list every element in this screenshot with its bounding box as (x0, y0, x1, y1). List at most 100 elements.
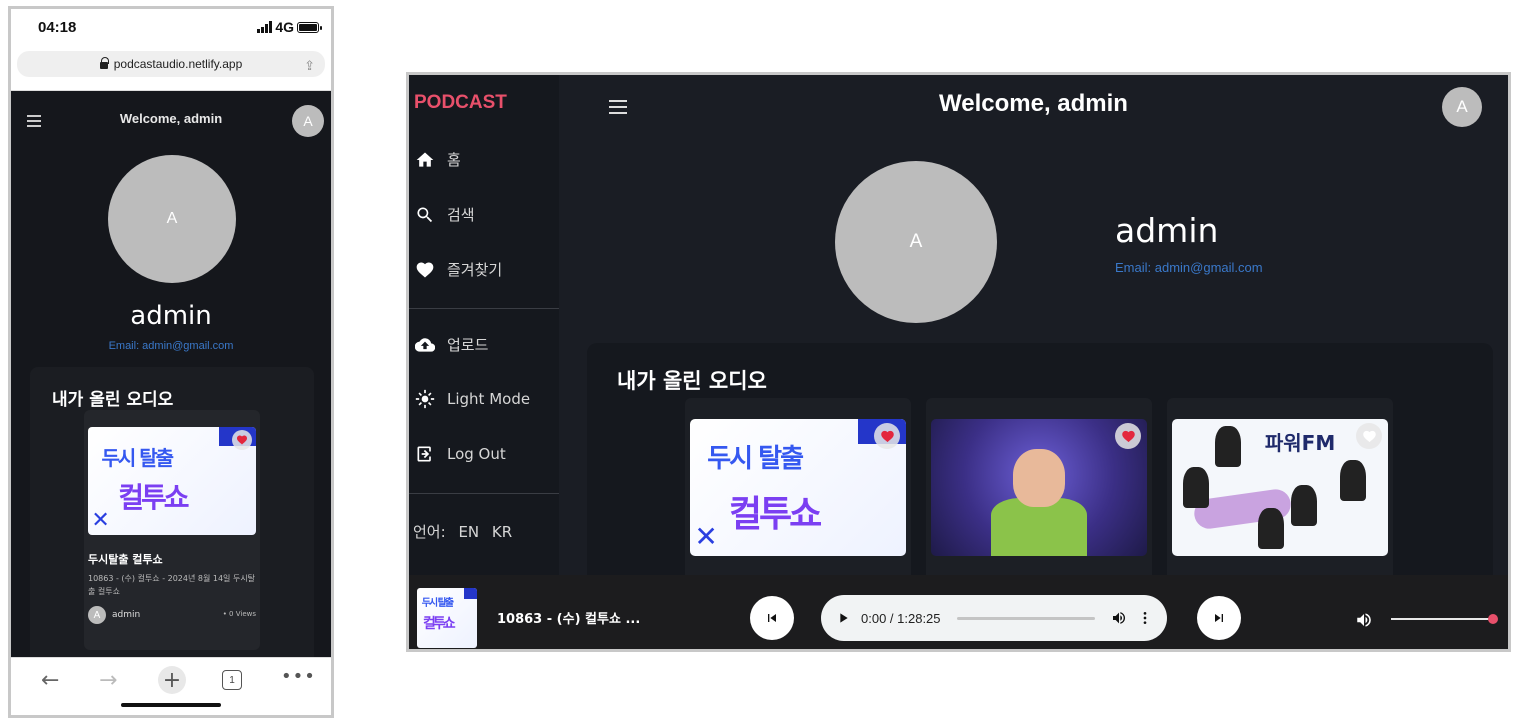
x-mark-icon: ✕ (91, 507, 110, 533)
audio-description: 10863 - (수) 컬투쇼 - 2024년 8월 14일 두시탈출 컬투쇼 (88, 574, 256, 596)
thumbnail-art-text: 두시 탈출 (707, 444, 804, 475)
profile-email: Email: admin@gmail.com (1115, 260, 1263, 275)
status-time: 04:18 (38, 19, 77, 36)
favorite-button[interactable] (1356, 423, 1382, 449)
heart-icon (1121, 430, 1135, 442)
profile-avatar: A (835, 161, 997, 323)
language-option-en[interactable]: EN (458, 523, 479, 541)
sidebar-divider (409, 493, 559, 494)
volume-icon[interactable] (1111, 610, 1127, 626)
signal-indicator: 4G (257, 19, 322, 35)
favorite-button[interactable] (874, 423, 900, 449)
battery-icon (297, 21, 322, 33)
sidebar-item-search[interactable]: 검색 (415, 204, 475, 225)
sidebar-item-label: Log Out (447, 445, 506, 463)
audio-thumbnail[interactable]: 두시 탈출 컬투쇼 ✕ (88, 427, 256, 535)
audio-author: A admin (88, 606, 140, 624)
audio-thumbnail[interactable] (931, 419, 1147, 556)
app-header: Welcome, admin A (11, 91, 331, 147)
sidebar-item-upload[interactable]: 업로드 (415, 334, 488, 355)
heart-icon (1362, 430, 1376, 442)
favorite-button[interactable] (232, 430, 252, 450)
section-title: 내가 올린 오디오 (617, 369, 767, 393)
thumbnail-art-text: 두시 탈출 (101, 446, 174, 471)
sidebar-item-favorites[interactable]: 즐겨찾기 (415, 259, 502, 280)
audio-player-bar: 두시 탈출 컬투쇼 10863 - (수) 컬투쇼 ... 0:00 / 1:2… (409, 575, 1508, 649)
share-icon[interactable]: ⇪ (304, 58, 315, 74)
profile-name: admin (130, 301, 212, 331)
desktop-screenshot: PODCAST 홈 검색 즐겨찾기 업로드 Light Mode Log Out (406, 72, 1511, 652)
profile-name: admin (1115, 211, 1219, 250)
audio-element[interactable]: 0:00 / 1:28:25 (821, 595, 1167, 641)
thumbnail-art-text: 컬투쇼 (118, 480, 189, 514)
back-icon[interactable]: ← (41, 668, 59, 693)
app-logo[interactable]: PODCAST (414, 92, 507, 114)
audio-thumbnail[interactable]: 파워FM (1172, 419, 1388, 556)
play-icon[interactable] (835, 610, 851, 626)
previous-button[interactable] (750, 596, 794, 640)
skip-next-icon (1215, 614, 1223, 622)
my-audio-section: 내가 올린 오디오 두시 탈출 컬투쇼 ✕ 두시탈출 컬투쇼 10863 - (… (30, 367, 314, 667)
sidebar-item-label: 홈 (447, 151, 461, 169)
audio-card[interactable]: 두시 탈출 컬투쇼 ✕ 두시탈출 컬투쇼 10863 - (수) 컬투쇼 - 2… (84, 410, 260, 650)
my-audio-section: 내가 올린 오디오 두시 탈출 컬투쇼 ✕ 파워FM (587, 343, 1493, 603)
language-selector: 언어: EN KR (413, 521, 520, 542)
author-avatar: A (88, 606, 106, 624)
home-indicator (121, 703, 221, 707)
seek-bar[interactable] (956, 616, 1095, 620)
playback-time: 0:00 / 1:28:25 (861, 610, 941, 626)
sidebar-divider (409, 308, 559, 309)
now-playing-title: 10863 - (수) 컬투쇼 ... (497, 612, 641, 627)
sun-icon (415, 389, 435, 409)
audio-card[interactable]: 두시 탈출 컬투쇼 ✕ (685, 398, 911, 598)
browser-url-bar: podcastaudio.netlify.app ⇪ (11, 47, 331, 91)
sidebar-item-logout[interactable]: Log Out (415, 444, 506, 464)
forward-icon[interactable]: → (99, 668, 117, 693)
thumbnail-art-text: 파워FM (1264, 431, 1336, 456)
tabs-button[interactable]: 1 (222, 670, 242, 690)
lock-icon (99, 57, 109, 69)
heart-icon (880, 430, 894, 442)
logout-icon (417, 446, 431, 462)
more-icon[interactable]: ••• (281, 666, 316, 687)
skip-previous-icon (768, 614, 776, 622)
url-field[interactable]: podcastaudio.netlify.app ⇪ (17, 51, 325, 77)
more-vert-icon[interactable] (1137, 610, 1153, 626)
favorite-button[interactable] (1115, 423, 1141, 449)
sidebar-item-label: 검색 (447, 206, 475, 224)
thumbnail-art-text: 컬투쇼 (728, 493, 822, 535)
view-count: • 0 Views (222, 610, 256, 618)
volume-slider-handle[interactable] (1488, 614, 1498, 624)
search-icon (417, 207, 433, 222)
sidebar-item-label: 즐겨찾기 (447, 261, 503, 279)
sidebar: PODCAST 홈 검색 즐겨찾기 업로드 Light Mode Log Out (409, 75, 559, 575)
profile-email: Email: admin@gmail.com (108, 340, 234, 352)
heart-icon (237, 435, 247, 445)
language-option-kr[interactable]: KR (492, 523, 512, 541)
audio-card[interactable]: 파워FM (1167, 398, 1393, 598)
avatar[interactable]: A (292, 105, 324, 137)
page-title: Welcome, admin (939, 90, 1128, 117)
x-mark-icon: ✕ (694, 520, 718, 554)
volume-icon[interactable] (1355, 611, 1373, 633)
sidebar-item-home[interactable]: 홈 (415, 149, 461, 170)
page-title: Welcome, admin (119, 111, 223, 126)
audio-card[interactable] (926, 398, 1152, 598)
status-bar: 04:18 4G (11, 9, 331, 51)
mobile-screenshot: 04:18 4G podcastaudio.netlify.app ⇪ Welc… (8, 6, 334, 718)
language-label: 언어: (413, 523, 446, 541)
profile-avatar: A (108, 155, 236, 283)
thumbnail-art-text: 두시 탈출 (421, 598, 454, 609)
new-tab-icon[interactable]: + (158, 666, 186, 694)
signal-bars-icon (257, 21, 273, 33)
avatar[interactable]: A (1442, 87, 1482, 127)
thumbnail-art-text: 컬투쇼 (423, 616, 456, 633)
heart-icon (416, 262, 434, 277)
next-button[interactable] (1197, 596, 1241, 640)
author-name: admin (112, 610, 141, 620)
volume-slider[interactable] (1391, 614, 1498, 624)
sidebar-item-light-mode[interactable]: Light Mode (415, 389, 530, 409)
sidebar-item-label: 업로드 (447, 336, 489, 354)
url-text: podcastaudio.netlify.app (113, 57, 243, 71)
audio-thumbnail[interactable]: 두시 탈출 컬투쇼 ✕ (690, 419, 906, 556)
